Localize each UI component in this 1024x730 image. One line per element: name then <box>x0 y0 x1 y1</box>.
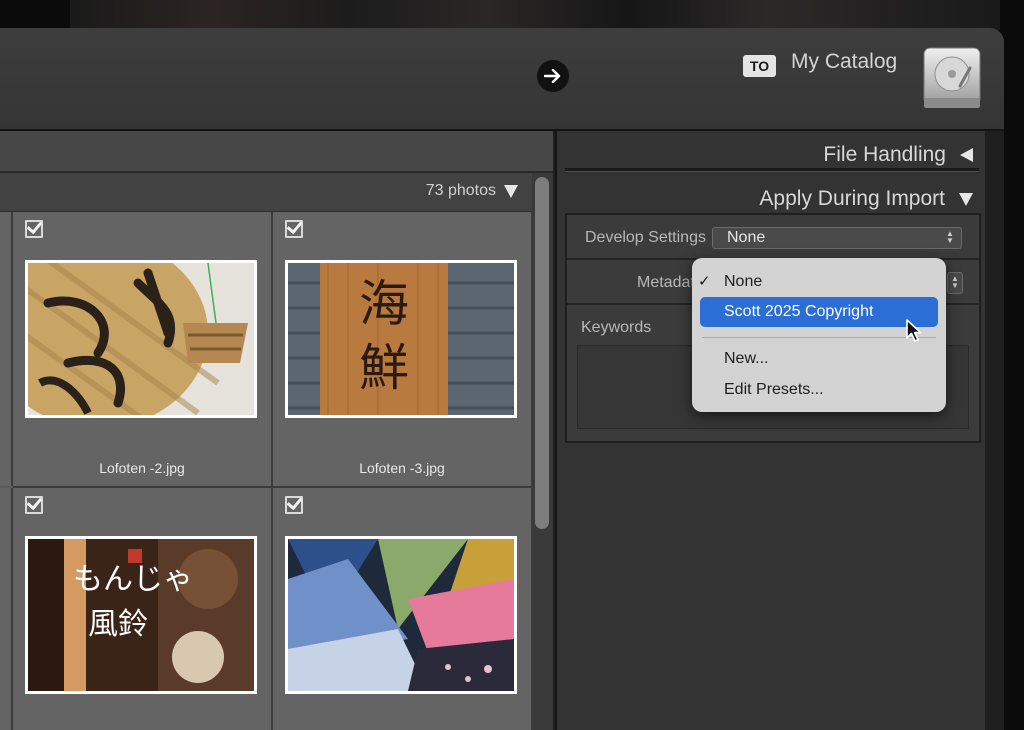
develop-settings-select[interactable]: None ▲ ▼ <box>712 227 962 249</box>
thumbnail-filename: Lofoten -3.jpg <box>359 460 445 476</box>
grid-cell[interactable]: もんじゃ 風鈴 <box>13 488 273 730</box>
thumbnail-image[interactable] <box>25 260 257 418</box>
grid-cell-partial <box>0 212 13 486</box>
import-header: TO My Catalog <box>0 28 1004 131</box>
triangle-down-icon <box>504 184 518 198</box>
develop-settings-value: None <box>727 229 766 246</box>
checkmark-icon: ✓ <box>698 273 711 290</box>
grid-cell-partial <box>0 488 13 730</box>
thumbnail-filename: Lofoten -2.jpg <box>99 460 185 476</box>
keywords-label: Keywords <box>581 319 652 336</box>
grid-cell[interactable]: Lofoten -2.jpg <box>13 212 273 488</box>
triangle-down-icon <box>959 192 973 206</box>
menu-item-label: Scott 2025 Copyright <box>724 303 874 320</box>
menu-item-label: None <box>724 273 763 290</box>
svg-text:風鈴: 風鈴 <box>88 607 148 642</box>
checkbox-checked[interactable] <box>25 496 43 514</box>
menu-item-label: New... <box>724 350 769 367</box>
thumbnail-grid: Lofoten -2.jpg 海 鮮 Lofoten -3.jpg もんじゃ 風… <box>0 212 533 730</box>
grid-scrollbar[interactable] <box>532 173 553 730</box>
grid-cell[interactable] <box>273 488 533 730</box>
file-handling-title: File Handling <box>823 143 946 166</box>
grid-header: 73 photos <box>0 173 532 212</box>
metadata-select[interactable]: ▲ ▼ <box>947 272 963 294</box>
photo-count-label: 73 photos <box>425 182 496 199</box>
file-handling-header[interactable]: File Handling <box>823 143 973 167</box>
photo-count[interactable]: 73 photos <box>426 182 518 200</box>
triangle-left-icon <box>960 148 973 162</box>
grid-scrollbar-thumb[interactable] <box>535 177 549 529</box>
arrow-right-icon[interactable] <box>537 60 569 92</box>
checkbox-checked[interactable] <box>25 220 43 238</box>
menu-item-scott-copyright[interactable]: Scott 2025 Copyright <box>700 297 938 327</box>
apply-during-import-header[interactable]: Apply During Import <box>759 187 973 211</box>
thumbnail-image[interactable]: 海 鮮 <box>285 260 517 418</box>
apply-during-import-title: Apply During Import <box>759 187 945 210</box>
window-edge <box>985 131 1004 730</box>
background-photo-strip <box>70 0 1000 30</box>
thumbnail-image[interactable]: もんじゃ 風鈴 <box>25 536 257 694</box>
right-panel: File Handling Apply During Import Develo… <box>555 131 987 730</box>
thumbnail-image[interactable] <box>285 536 517 694</box>
to-badge: TO <box>743 55 776 77</box>
checkbox-checked[interactable] <box>285 496 303 514</box>
catalog-name[interactable]: My Catalog <box>791 50 897 74</box>
svg-text:海: 海 <box>359 275 409 333</box>
menu-separator <box>702 337 936 338</box>
menu-item-label: Edit Presets... <box>724 381 824 398</box>
grid-cell[interactable]: 海 鮮 Lofoten -3.jpg <box>273 212 533 488</box>
svg-text:鮮: 鮮 <box>359 339 409 397</box>
menu-item-none[interactable]: ✓ None <box>698 267 938 297</box>
develop-settings-label: Develop Settings <box>585 229 706 246</box>
stepper-icon: ▲ ▼ <box>951 274 959 290</box>
photo-grid-pane: 73 photos Lofoten -2.jpg 海 鮮 Lofoten -3.… <box>0 131 553 730</box>
menu-item-new[interactable]: New... <box>700 344 938 374</box>
checkbox-checked[interactable] <box>285 220 303 238</box>
svg-text:もんじゃ: もんじゃ <box>73 562 193 597</box>
grid-toolbar <box>0 131 553 173</box>
mouse-pointer-icon <box>905 318 923 348</box>
panel-divider <box>565 168 979 172</box>
stepper-icon: ▲ ▼ <box>946 229 954 245</box>
menu-item-edit-presets[interactable]: Edit Presets... <box>700 375 938 405</box>
hard-drive-icon[interactable] <box>920 46 984 116</box>
